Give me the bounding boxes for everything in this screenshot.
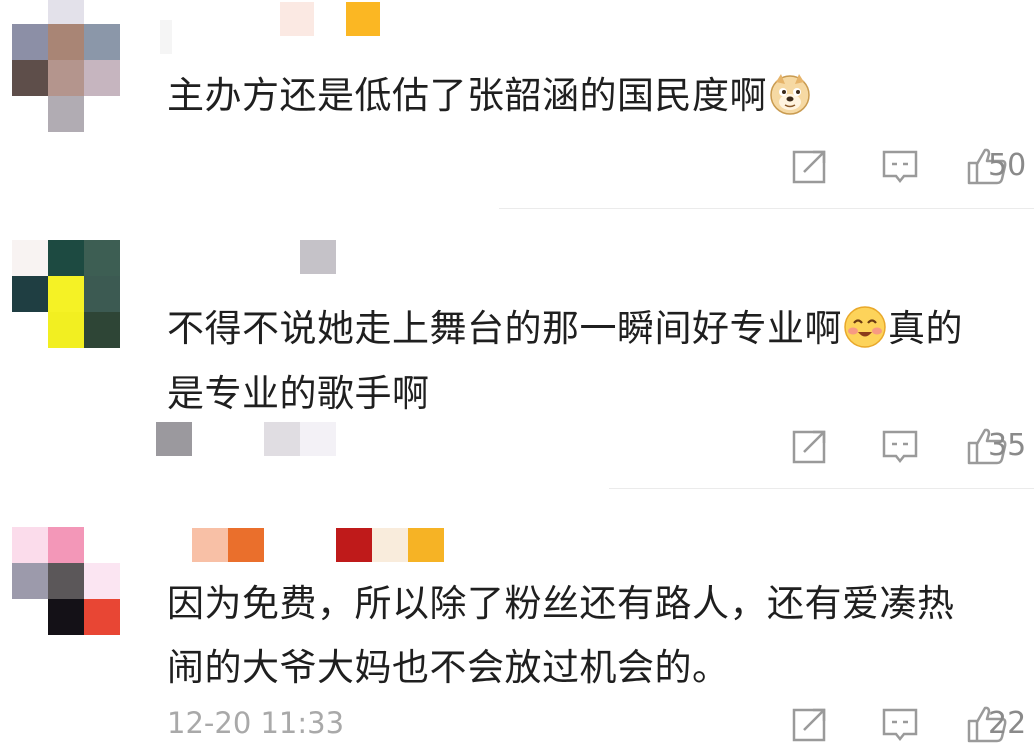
blush-smile-emoji	[843, 305, 887, 349]
comment-text: 主办方还是低估了张韶涵的国民度啊	[167, 72, 813, 116]
like-count: 22	[988, 706, 1027, 741]
avatar[interactable]	[12, 240, 122, 350]
comment-item: 主办方还是低估了张韶涵的国民度啊 50	[0, 0, 1034, 210]
comment-item: 因为免费，所以除了粉丝还有路人，还有爱凑热 闹的大爷大妈也不会放过机会的。 12…	[0, 490, 1034, 744]
username-mosaic[interactable]	[300, 240, 340, 280]
divider	[499, 208, 1034, 209]
comment-icon[interactable]	[880, 426, 920, 466]
comment-icon[interactable]	[880, 146, 920, 186]
comment-icon[interactable]	[880, 704, 920, 744]
timestamp: 12-20 11:33	[167, 706, 345, 740]
comment-text: 不得不说她走上舞台的那一瞬间好专业啊 真的 是专业的歌手啊	[167, 305, 963, 415]
like-count: 50	[988, 148, 1027, 183]
avatar[interactable]	[12, 0, 122, 132]
share-icon[interactable]	[790, 704, 830, 744]
username-mosaic[interactable]	[192, 528, 452, 568]
doge-emoji	[768, 72, 812, 116]
comment-item: 不得不说她走上舞台的那一瞬间好专业啊 真的 是专业的歌手啊 35	[0, 210, 1034, 490]
divider	[609, 488, 1034, 489]
timestamp-mosaic	[156, 422, 356, 462]
avatar[interactable]	[12, 527, 122, 637]
share-icon[interactable]	[790, 146, 830, 186]
like-count: 35	[988, 428, 1027, 463]
username-mosaic[interactable]	[160, 0, 390, 54]
comment-text: 因为免费，所以除了粉丝还有路人，还有爱凑热 闹的大爷大妈也不会放过机会的。	[167, 582, 955, 689]
share-icon[interactable]	[790, 426, 830, 466]
